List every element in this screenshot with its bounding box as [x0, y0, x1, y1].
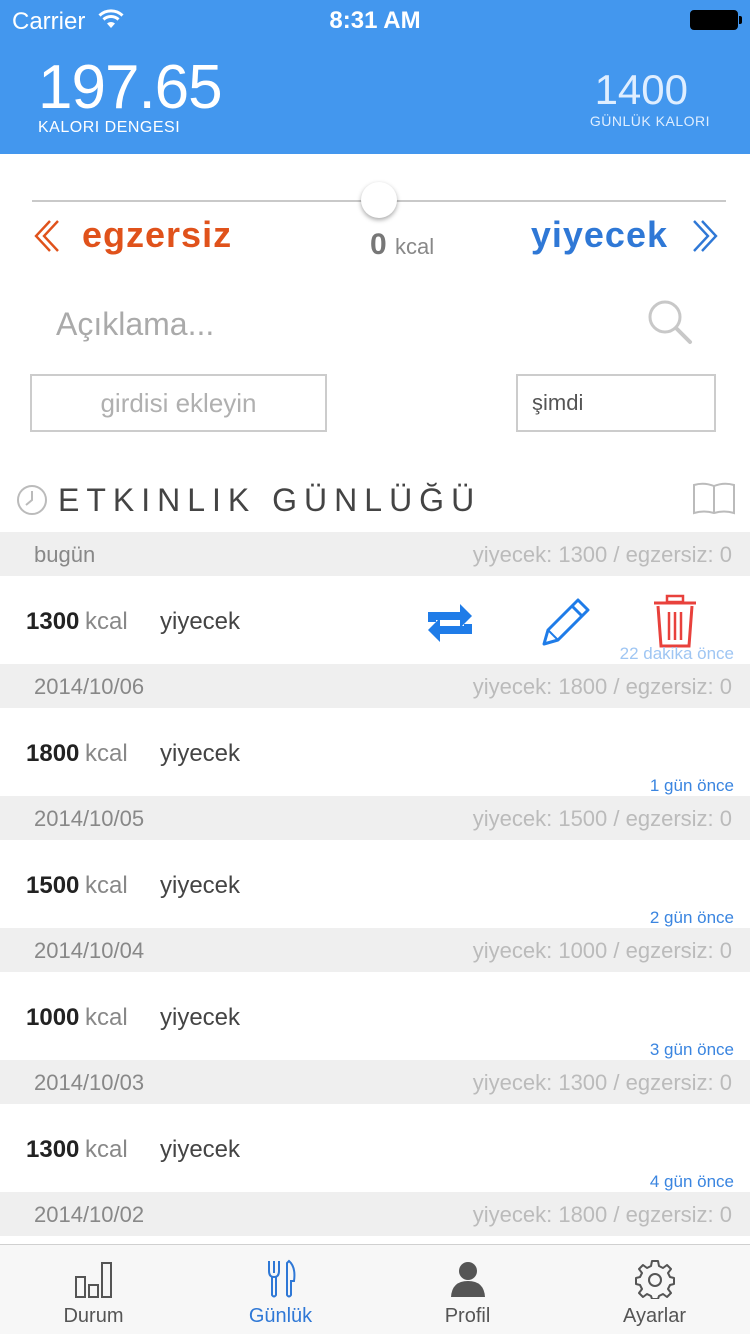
day-summary: yiyecek: 1800 / egzersiz: 0 — [472, 1202, 732, 1227]
tab-label: Profil — [444, 1305, 491, 1327]
calorie-balance-value: 197.65 — [38, 53, 223, 122]
daily-calorie-value[interactable]: 1400 — [595, 66, 688, 114]
day-date: 2014/10/03 — [34, 1070, 145, 1095]
entry-kcal: 1500 — [26, 872, 80, 899]
log-entry[interactable]: 1300 kcal yiyecek 4 gün önce — [0, 1104, 750, 1192]
day-header: 2014/10/05 yiyecek: 1500 / egzersiz: 0 — [0, 796, 750, 840]
entry-type: yiyecek — [160, 872, 241, 899]
day-summary: yiyecek: 1500 / egzersiz: 0 — [472, 806, 732, 831]
entry-time-field[interactable]: şimdi — [516, 374, 716, 432]
day-summary: yiyecek: 1000 / egzersiz: 0 — [472, 938, 732, 963]
day-summary: yiyecek: 1800 / egzersiz: 0 — [472, 674, 732, 699]
activity-log-title: ETKINLIK GÜNLÜĞÜ — [58, 482, 482, 518]
kcal-readout: 0 kcal — [370, 228, 434, 262]
entry-kcal: 1000 — [26, 1004, 80, 1031]
day-date: 2014/10/06 — [34, 674, 145, 699]
tab-label: Durum — [63, 1305, 124, 1327]
entry-time-ago: 1 gün önce — [649, 776, 734, 795]
book-icon[interactable] — [692, 482, 736, 516]
entry-time-ago: 3 gün önce — [649, 1040, 734, 1059]
calorie-slider-thumb[interactable] — [361, 182, 397, 218]
entry-kcal: 1300 — [26, 608, 80, 635]
entry-kcal-unit: kcal — [85, 1004, 128, 1031]
entry-kcal-unit: kcal — [85, 1136, 128, 1163]
day-date: bugün — [34, 542, 96, 567]
day-summary: yiyecek: 1300 / egzersiz: 0 — [472, 542, 732, 567]
description-input[interactable] — [40, 296, 620, 352]
entry-kcal-unit: kcal — [85, 608, 128, 635]
day-header: 2014/10/03 yiyecek: 1300 / egzersiz: 0 — [0, 1060, 750, 1104]
tab-label: Günlük — [248, 1305, 313, 1327]
day-header: 2014/10/06 yiyecek: 1800 / egzersiz: 0 — [0, 664, 750, 708]
day-header: bugün yiyecek: 1300 / egzersiz: 0 — [0, 532, 750, 576]
pencil-icon[interactable] — [534, 594, 594, 654]
kcal-unit: kcal — [395, 234, 435, 259]
log-entry[interactable]: 1800 kcal yiyecek 1 gün önce — [0, 708, 750, 796]
status-bar: Carrier 8:31 AM — [0, 0, 750, 40]
chevron-right-icon[interactable] — [690, 218, 720, 254]
day-header: 2014/10/02 yiyecek: 1800 / egzersiz: 0 — [0, 1192, 750, 1236]
food-mode-label[interactable]: yiyecek — [531, 214, 668, 256]
search-icon[interactable] — [644, 296, 694, 346]
chevron-left-icon[interactable] — [32, 218, 62, 254]
entry-time-ago: 2 gün önce — [649, 908, 734, 927]
entry-type: yiyecek — [160, 1136, 241, 1163]
log-entry[interactable]: 1000 kcal yiyecek 3 gün önce — [0, 972, 750, 1060]
day-date: 2014/10/04 — [34, 938, 145, 963]
entry-time-ago: 4 gün önce — [649, 1172, 734, 1191]
repeat-icon[interactable] — [420, 598, 480, 648]
tab-ayarlar[interactable]: Ayarlar — [561, 1245, 748, 1334]
daily-calorie-label: GÜNLÜK KALORI — [589, 113, 710, 129]
entry-kcal-unit: kcal — [85, 740, 128, 767]
activity-log-list: bugün yiyecek: 1300 / egzersiz: 0 1300 k… — [0, 532, 750, 1236]
fork-knife-icon — [268, 1259, 296, 1298]
exercise-mode-label[interactable]: egzersiz — [82, 214, 232, 256]
entry-time-ago: 22 dakika önce — [619, 644, 734, 663]
log-entry[interactable]: 1500 kcal yiyecek 2 gün önce — [0, 840, 750, 928]
entry-kcal-unit: kcal — [85, 872, 128, 899]
trash-icon[interactable] — [650, 594, 700, 650]
tab-label: Ayarlar — [623, 1305, 686, 1327]
day-date: 2014/10/02 — [34, 1202, 145, 1227]
entry-type: yiyecek — [160, 740, 241, 767]
add-entry-button[interactable]: girdisi ekleyin — [30, 374, 327, 432]
day-header: 2014/10/04 yiyecek: 1000 / egzersiz: 0 — [0, 928, 750, 972]
battery-icon — [690, 10, 742, 30]
day-summary: yiyecek: 1300 / egzersiz: 0 — [472, 1070, 732, 1095]
kcal-value: 0 — [370, 228, 387, 261]
tab-bar: Durum Günlük Profil Ayarlar — [0, 1244, 750, 1334]
clock: 8:31 AM — [329, 7, 421, 34]
log-entry[interactable]: 1300 kcal yiyecek 22 dakika önce — [0, 576, 750, 664]
gear-icon — [635, 1260, 675, 1299]
entry-kcal: 1300 — [26, 1136, 80, 1163]
tab-durum[interactable]: Durum — [0, 1245, 187, 1334]
tab-profil[interactable]: Profil — [374, 1245, 561, 1334]
entry-type: yiyecek — [160, 1004, 241, 1031]
entry-type: yiyecek — [160, 608, 241, 635]
bar-chart-icon — [75, 1262, 112, 1298]
calorie-balance-label: KALORI DENGESI — [38, 119, 181, 136]
day-date: 2014/10/05 — [34, 806, 145, 831]
clock-icon — [17, 485, 47, 515]
person-icon — [451, 1262, 485, 1297]
entry-kcal: 1800 — [26, 740, 80, 767]
tab-gunluk[interactable]: Günlük — [187, 1245, 374, 1334]
header: Carrier 8:31 AM 197.65 KALORI DENGESI 14… — [0, 0, 750, 154]
